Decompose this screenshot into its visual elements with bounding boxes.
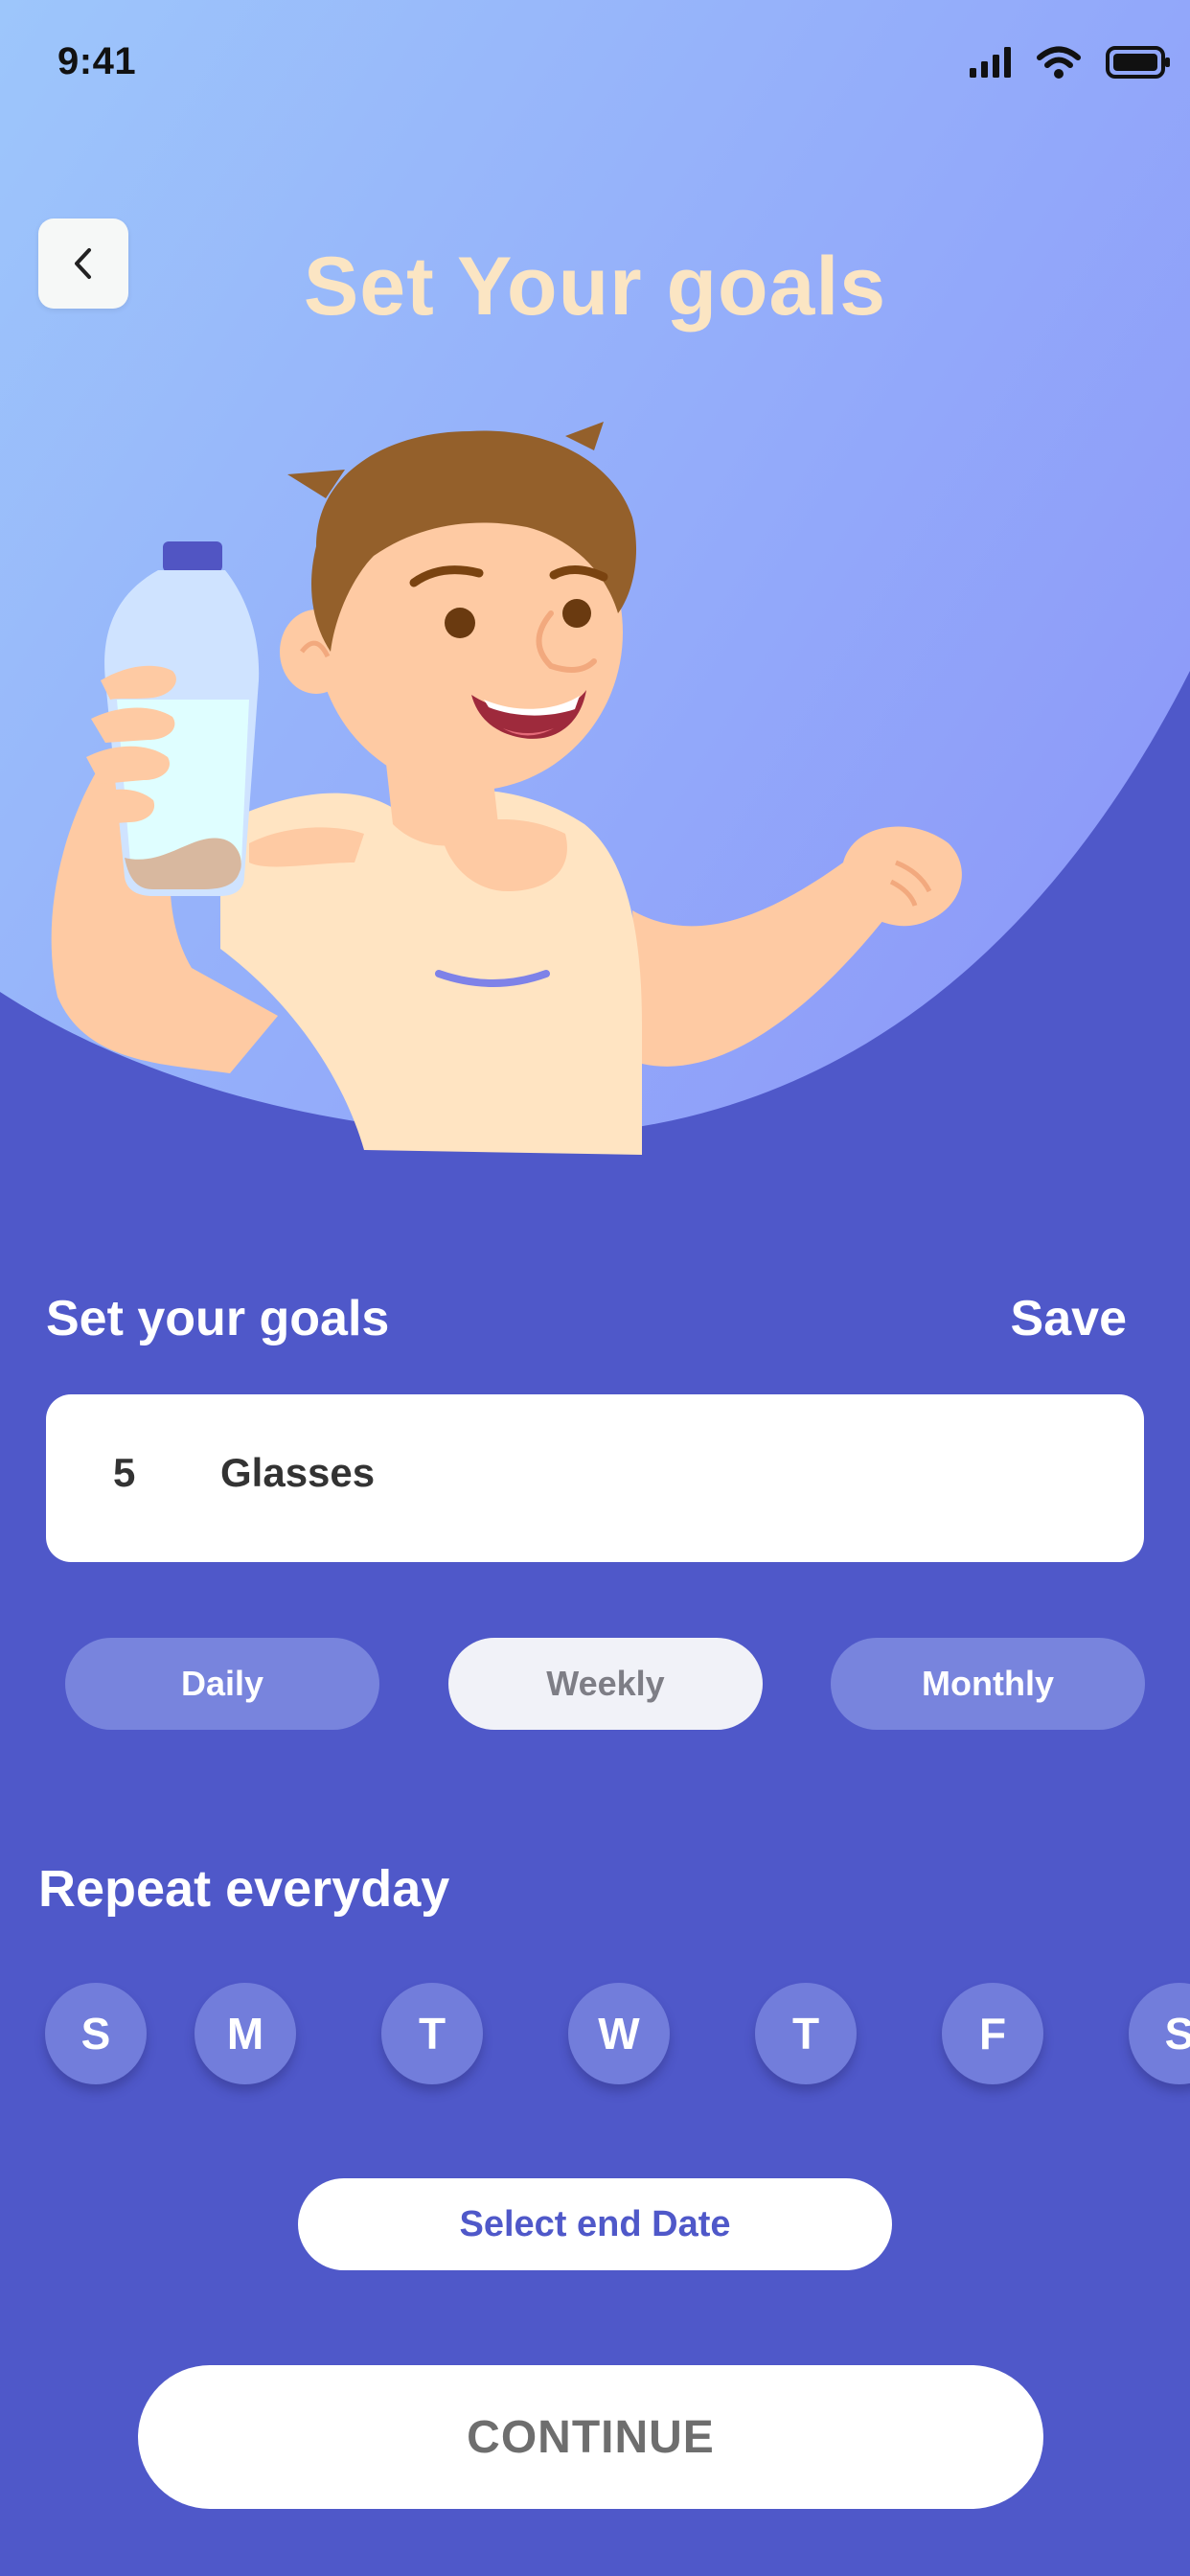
day-tuesday-toggle[interactable]: T	[381, 1983, 483, 2084]
continue-button[interactable]: CONTINUE	[138, 2365, 1043, 2509]
cellular-signal-icon	[970, 47, 1011, 78]
day-saturday-toggle[interactable]: S	[1129, 1983, 1190, 2084]
goal-unit-label: Glasses	[220, 1450, 376, 1495]
goals-section-title: Set your goals	[46, 1291, 390, 1346]
day-wednesday-toggle[interactable]: W	[568, 1983, 670, 2084]
status-bar: 9:41	[0, 0, 1190, 134]
status-icons	[970, 46, 1171, 79]
period-weekly-button[interactable]: Weekly	[448, 1638, 763, 1730]
wifi-icon	[1037, 46, 1081, 79]
repeat-section-title: Repeat everyday	[38, 1860, 450, 1918]
save-button[interactable]: Save	[1011, 1290, 1127, 1347]
page-title: Set Your goals	[303, 241, 887, 333]
day-monday-toggle[interactable]: M	[195, 1983, 296, 2084]
day-sunday-toggle[interactable]: S	[45, 1983, 147, 2084]
day-thursday-toggle[interactable]: T	[755, 1983, 857, 2084]
battery-icon	[1106, 46, 1170, 79]
goal-quantity-value: 5	[113, 1450, 136, 1495]
status-time: 9:41	[57, 40, 137, 82]
period-monthly-button[interactable]: Monthly	[831, 1638, 1145, 1730]
goal-quantity-field[interactable]: 5 Glasses	[46, 1394, 1144, 1562]
select-end-date-button[interactable]: Select end Date	[298, 2178, 892, 2270]
man-with-water-bottle-illustration	[51, 422, 962, 1155]
day-friday-toggle[interactable]: F	[942, 1983, 1043, 2084]
set-goals-screen: 9:41 Set Your goals Set your goals Save …	[0, 0, 1190, 2576]
period-daily-button[interactable]: Daily	[65, 1638, 379, 1730]
